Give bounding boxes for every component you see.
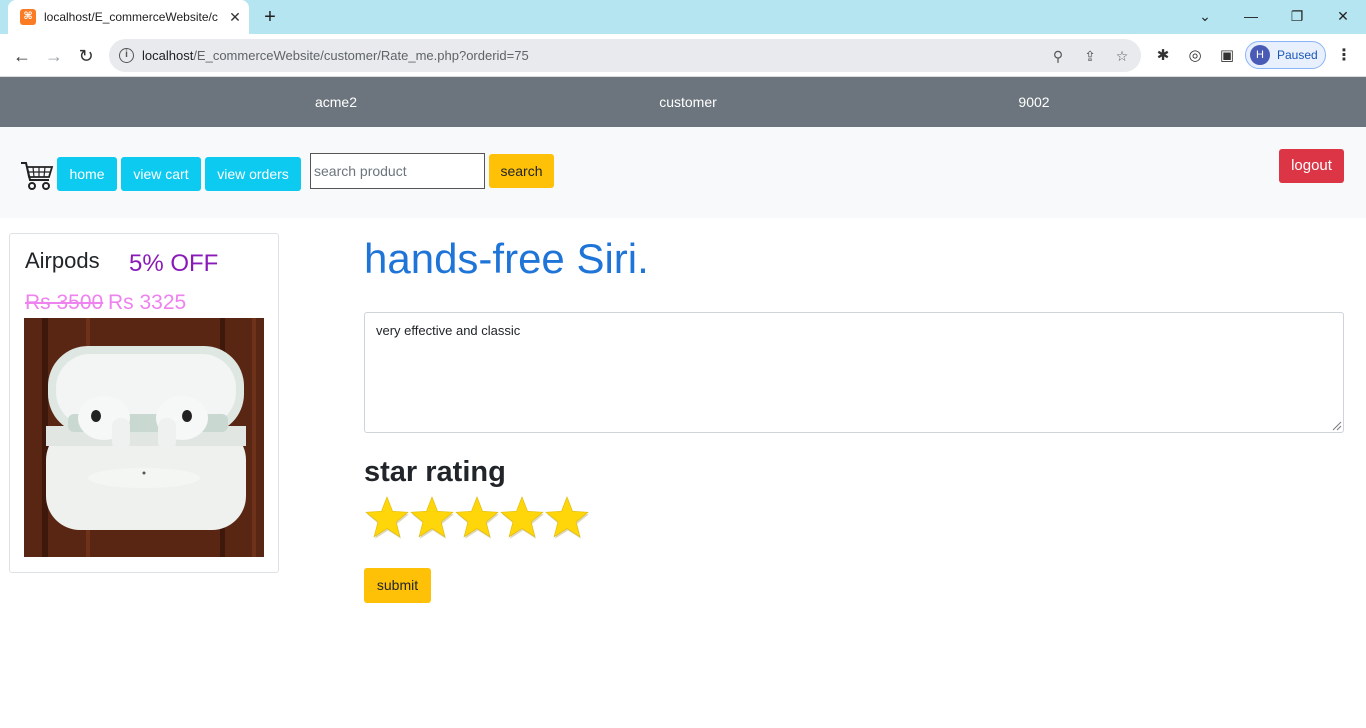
forward-arrow-icon[interactable]: →	[42, 44, 66, 68]
view-orders-button[interactable]: view orders	[205, 157, 301, 191]
tab-search-chevron-icon[interactable]: ⌄	[1190, 4, 1220, 28]
back-arrow-icon[interactable]: ←	[10, 44, 34, 68]
shopping-cart-icon	[21, 162, 54, 190]
extension-icon[interactable]: ◎	[1186, 47, 1204, 65]
review-title: hands-free Siri.	[364, 235, 649, 282]
search-button[interactable]: search	[489, 154, 554, 188]
profile-status: Paused	[1277, 48, 1318, 62]
minimize-icon[interactable]: —	[1236, 4, 1266, 28]
star-rating[interactable]	[364, 495, 594, 541]
close-window-icon[interactable]: ✕	[1328, 4, 1358, 28]
restore-icon[interactable]: ❐	[1282, 4, 1312, 28]
share-icon[interactable]: ⇪	[1081, 47, 1099, 65]
star-icon[interactable]	[364, 495, 410, 541]
store-name: acme2	[314, 94, 358, 110]
star-icon[interactable]	[499, 495, 545, 541]
home-button[interactable]: home	[57, 157, 117, 191]
product-image	[24, 318, 264, 557]
resize-handle-icon[interactable]	[1330, 419, 1342, 431]
site-info-icon[interactable]: i	[119, 48, 134, 63]
reload-icon[interactable]: ↻	[74, 44, 98, 68]
review-textarea[interactable]: very effective and classic	[364, 312, 1344, 433]
browser-menu-icon[interactable]: ⋮	[1336, 46, 1352, 66]
zoom-icon[interactable]: ⚲	[1049, 47, 1067, 65]
browser-tab-strip: ⌘ localhost/E_commerceWebsite/c ✕ + ⌄ — …	[0, 0, 1366, 34]
extensions-puzzle-icon[interactable]: ✱	[1154, 47, 1172, 65]
logout-button[interactable]: logout	[1279, 149, 1344, 183]
submit-button[interactable]: submit	[364, 568, 431, 603]
view-cart-button[interactable]: view cart	[121, 157, 201, 191]
new-price: Rs 3325	[108, 291, 187, 314]
site-navbar: home view cart view orders search logout	[0, 127, 1366, 218]
url-text[interactable]: localhost/E_commerceWebsite/customer/Rat…	[142, 48, 529, 63]
xampp-favicon-icon: ⌘	[20, 9, 36, 25]
avatar: H	[1250, 45, 1270, 65]
browser-toolbar: ← → ↻ i localhost/E_commerceWebsite/cust…	[0, 34, 1366, 77]
address-bar[interactable]: i localhost/E_commerceWebsite/customer/R…	[109, 39, 1141, 72]
product-card: Airpods 5% OFF Rs 3500 Rs 3325	[9, 233, 279, 573]
close-tab-icon[interactable]: ✕	[226, 8, 244, 26]
tab-title: localhost/E_commerceWebsite/c	[44, 10, 218, 24]
bookmark-star-icon[interactable]: ☆	[1113, 47, 1131, 65]
new-tab-icon[interactable]: +	[258, 6, 282, 30]
user-id: 9002	[1018, 94, 1050, 110]
star-icon[interactable]	[454, 495, 500, 541]
user-info-bar: acme2 customer 9002	[0, 77, 1366, 127]
profile-button[interactable]: H Paused	[1245, 41, 1326, 69]
side-panel-icon[interactable]: ▣	[1218, 47, 1236, 65]
product-name: Airpods	[25, 248, 100, 273]
rating-heading: star rating	[364, 456, 506, 488]
discount-badge: 5% OFF	[129, 250, 219, 277]
search-input[interactable]	[310, 153, 485, 189]
user-role: customer	[659, 94, 717, 110]
browser-tab[interactable]: ⌘ localhost/E_commerceWebsite/c ✕	[8, 0, 249, 34]
star-icon[interactable]	[544, 495, 590, 541]
star-icon[interactable]	[409, 495, 455, 541]
old-price: Rs 3500	[25, 291, 104, 314]
